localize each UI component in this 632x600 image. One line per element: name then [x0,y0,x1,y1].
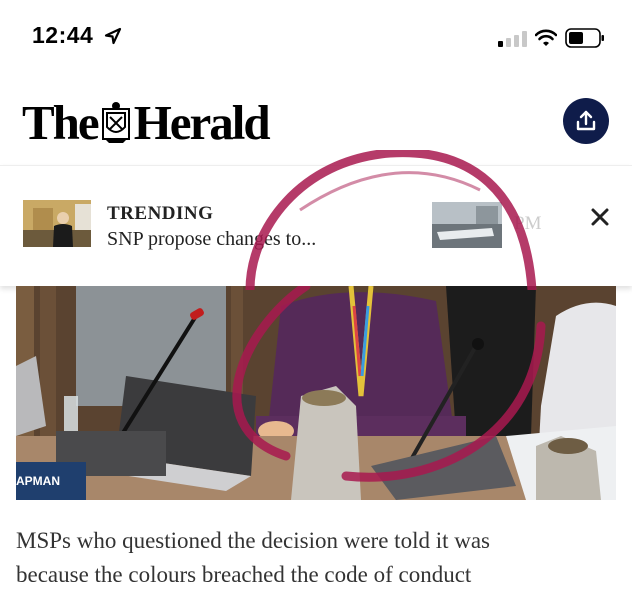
signal-icon [498,31,527,47]
photo-image [16,286,616,500]
logo-text-the: The [22,95,100,150]
thumbnail-image [23,200,91,247]
annotation-circle [245,150,537,290]
article-line: MSPs who questioned the decision were to… [16,528,491,553]
close-icon[interactable] [588,205,612,229]
wifi-icon [535,29,557,46]
trending-label: TRENDING [107,203,214,224]
location-arrow-icon [104,27,122,45]
crest-icon [101,102,130,143]
site-logo[interactable]: The Herald [22,94,271,151]
article-photo [16,286,616,500]
trending-thumbnail[interactable] [23,200,91,247]
nameplate: APMAN [16,462,86,500]
article-body: MSPs who questioned the decision were to… [16,524,616,592]
status-time: 12:44 [32,22,94,48]
logo-text-herald: Herald [133,95,271,150]
share-icon [576,110,596,131]
share-button[interactable] [563,98,609,144]
article-line: because the colours breached the code of… [16,562,472,587]
battery-icon [565,28,604,48]
